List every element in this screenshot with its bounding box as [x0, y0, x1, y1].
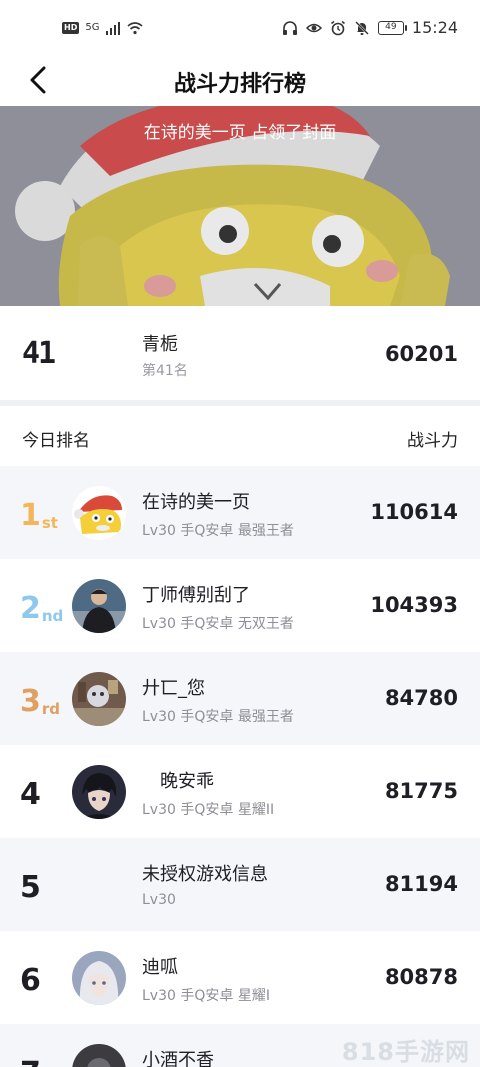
- player-score: 81194: [384, 872, 458, 896]
- network-type: 5G: [85, 22, 100, 33]
- avatar-image: [72, 765, 126, 819]
- clock: 15:24: [411, 18, 458, 37]
- rank-number: 1: [20, 498, 41, 533]
- headphones-icon: [282, 20, 297, 35]
- my-name: 青栀: [142, 334, 178, 355]
- avatar[interactable]: [72, 951, 126, 1005]
- rank-suffix: rd: [41, 700, 61, 718]
- player-name: 丁师傅别刮了: [142, 585, 250, 606]
- table-row[interactable]: 6 迪呱 Lv30 手Q安卓 星耀I 80878: [0, 931, 480, 1024]
- status-left: HD 5G: [62, 20, 143, 36]
- table-row[interactable]: 1 st 在诗的美一页 Lv30 手Q安卓 最强王者 110614: [0, 466, 480, 559]
- rank-number: 5: [20, 870, 41, 905]
- player-name: 小酒不香: [142, 1050, 214, 1067]
- rank-badge: 5: [20, 866, 41, 905]
- player-score: 110614: [370, 500, 458, 524]
- player-meta: Lv30 手Q安卓 无双王者: [142, 616, 294, 632]
- table-row[interactable]: 2 nd 丁师傅别刮了 Lv30 手Q安卓 无双王者 104393: [0, 559, 480, 652]
- player-meta: Lv30 手Q安卓 星耀I: [142, 988, 270, 1004]
- player-score: 81775: [384, 779, 458, 803]
- battery-icon: 49: [377, 20, 407, 35]
- my-rank-number: 41: [22, 336, 56, 371]
- nav-bar: 战斗力排行榜: [0, 58, 480, 106]
- rank-badge: 4: [20, 773, 41, 812]
- player-meta: Lv30: [142, 892, 176, 908]
- rank-badge: 7: [20, 1052, 41, 1067]
- player-meta: Lv30 手Q安卓 星耀II: [142, 802, 275, 818]
- power-label: 战斗力: [407, 431, 458, 451]
- status-bar: HD 5G 49 15:24: [0, 0, 480, 58]
- avatar-image: [72, 951, 126, 1005]
- rank-badge: 6: [20, 959, 41, 998]
- avatar-image: [72, 579, 126, 633]
- list-header: 今日排名 战斗力: [0, 406, 480, 466]
- alarm-icon: [330, 20, 345, 35]
- my-rank-card[interactable]: 41 青栀 第41名 60201: [0, 306, 480, 400]
- rank-badge: 3 rd: [20, 680, 61, 719]
- status-right: 49 15:24: [282, 18, 458, 37]
- avatar[interactable]: [72, 672, 126, 726]
- player-name: 迪呱: [142, 957, 178, 978]
- player-name: 晚安乖: [160, 771, 214, 792]
- player-name: 在诗的美一页: [142, 492, 250, 513]
- rank-badge: 2 nd: [20, 587, 64, 626]
- avatar[interactable]: [72, 765, 126, 819]
- today-rank-label: 今日排名: [22, 431, 90, 451]
- player-name: 廾匸_您: [142, 678, 205, 699]
- player-meta: Lv30 手Q安卓 最强王者: [142, 709, 294, 725]
- player-score: 104393: [370, 593, 458, 617]
- table-row[interactable]: 4 晚安乖 Lv30 手Q安卓 星耀II 81775: [0, 745, 480, 838]
- rank-number: 6: [20, 963, 41, 998]
- hd-badge: HD: [62, 22, 80, 34]
- rank-number: 3: [20, 684, 41, 719]
- rank-number: 2: [20, 591, 41, 626]
- rank-suffix: st: [41, 514, 58, 532]
- rank-badge: 1 st: [20, 494, 58, 533]
- rank-number: 4: [20, 777, 41, 812]
- page-title: 战斗力排行榜: [173, 72, 306, 97]
- mute-bell-icon: [355, 20, 369, 35]
- eye-icon: [305, 23, 322, 32]
- signal-icon: [106, 22, 121, 35]
- avatar-image: [72, 1044, 126, 1067]
- watermark: 818手游网: [341, 1038, 470, 1066]
- table-row[interactable]: 3 rd 廾匸_您 Lv30 手Q安卓 最强王者 84780: [0, 652, 480, 745]
- banner-caption: 在诗的美一页 占领了封面: [143, 123, 337, 143]
- avatar-image: [72, 672, 126, 726]
- player-name: 未授权游戏信息: [142, 864, 268, 885]
- avatar[interactable]: [72, 1044, 126, 1067]
- avatar[interactable]: [72, 579, 126, 633]
- my-rank-label: 第41名: [142, 363, 188, 379]
- cover-banner[interactable]: 在诗的美一页 占领了封面: [0, 106, 480, 306]
- avatar[interactable]: [72, 486, 126, 540]
- my-score: 60201: [384, 342, 458, 366]
- player-score: 80878: [384, 965, 458, 989]
- player-score: 84780: [384, 686, 458, 710]
- player-meta: Lv30 手Q安卓 最强王者: [142, 523, 294, 539]
- rank-number: 7: [20, 1058, 41, 1067]
- avatar-image: [72, 486, 126, 540]
- table-row[interactable]: 5 未授权游戏信息 Lv30 81194: [0, 838, 480, 931]
- rank-list: 1 st 在诗的美一页 Lv30 手Q安卓 最强王者 110614 2 nd 丁…: [0, 466, 480, 1067]
- wifi-icon: [127, 22, 143, 35]
- rank-suffix: nd: [41, 607, 64, 625]
